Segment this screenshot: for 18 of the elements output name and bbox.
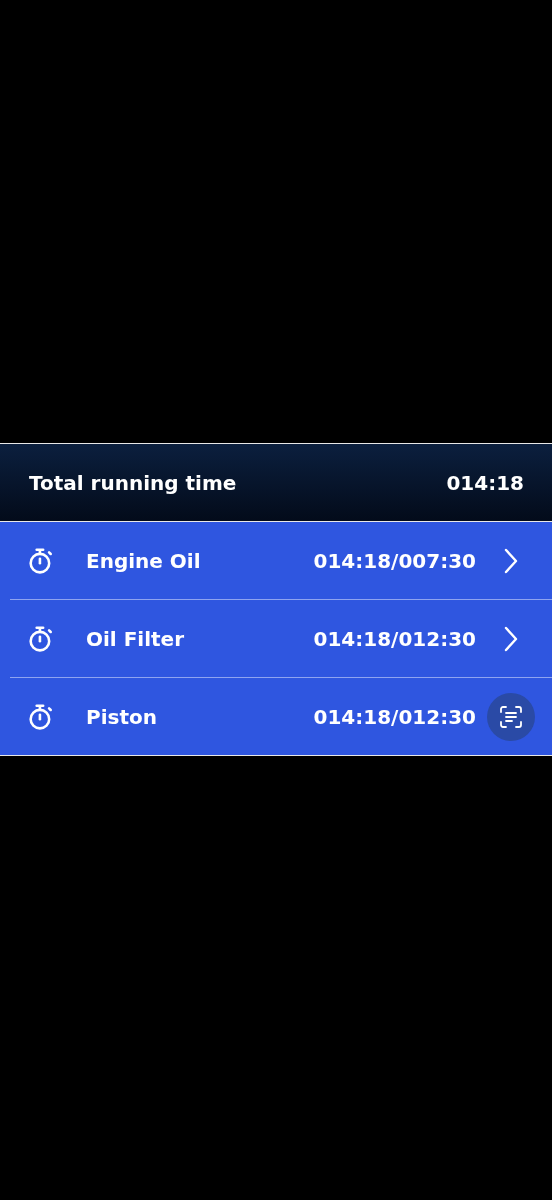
chevron-icon — [504, 625, 518, 652]
list-item[interactable]: Oil Filter 014:18/012:30 — [10, 599, 552, 677]
list-item[interactable]: Piston 014:18/012:30 — [10, 677, 552, 755]
summary-value: 014:18 — [446, 470, 524, 495]
item-name: Oil Filter — [86, 626, 186, 651]
item-reading: 014:18/012:30 — [313, 626, 476, 651]
stopwatch-icon — [28, 546, 54, 575]
list-item[interactable]: Engine Oil 014:18/007:30 — [0, 522, 552, 599]
scan-text-icon — [499, 704, 523, 729]
item-reading: 014:18/012:30 — [313, 704, 476, 729]
stopwatch-icon — [28, 624, 54, 653]
stopwatch-icon — [28, 702, 54, 731]
scan-text-button[interactable] — [487, 692, 535, 741]
chevron-icon — [504, 547, 518, 574]
item-name: Engine Oil — [86, 548, 202, 573]
summary-label: Total running time — [29, 470, 237, 495]
item-reading: 014:18/007:30 — [313, 548, 476, 573]
item-name: Piston — [86, 704, 158, 729]
